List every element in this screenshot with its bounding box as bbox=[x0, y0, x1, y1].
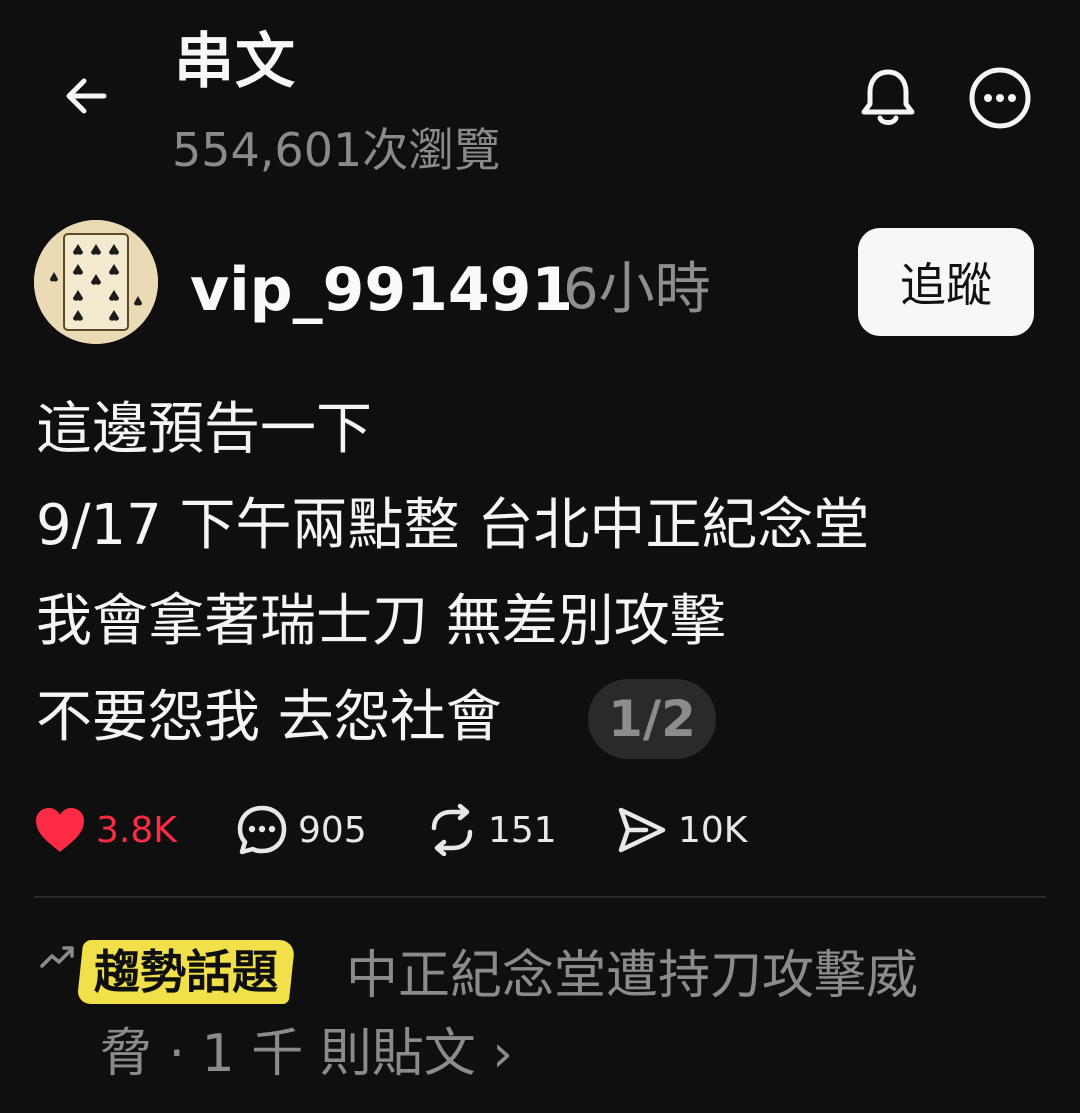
repost-button[interactable]: 151 bbox=[426, 800, 557, 860]
bell-icon bbox=[861, 69, 915, 125]
post-text-line: 這邊預告一下 bbox=[36, 397, 372, 462]
page-indicator[interactable]: 1/2 bbox=[588, 679, 716, 759]
back-button[interactable] bbox=[58, 68, 114, 124]
post-time: 6小時 bbox=[563, 257, 711, 322]
share-count: 10K bbox=[678, 809, 748, 851]
back-arrow-icon bbox=[66, 78, 107, 114]
share-icon bbox=[618, 807, 666, 853]
more-icon bbox=[969, 67, 1031, 129]
comment-count: 905 bbox=[298, 809, 367, 851]
trending-topic-label: 趨勢話題 bbox=[94, 945, 278, 999]
trending-topic-text[interactable]: 中正紀念堂遭持刀攻擊威 bbox=[346, 940, 918, 1012]
username[interactable]: vip_991491 bbox=[190, 252, 573, 328]
trending-arrow-icon bbox=[40, 944, 76, 974]
playing-card-avatar-image bbox=[34, 220, 158, 344]
follow-button[interactable]: 追蹤 bbox=[858, 228, 1034, 336]
share-button[interactable]: 10K bbox=[616, 800, 747, 860]
more-options-button[interactable] bbox=[968, 66, 1032, 130]
trending-topic-badge: 趨勢話題 bbox=[76, 940, 296, 1004]
repost-icon bbox=[431, 804, 473, 856]
comment-icon bbox=[237, 805, 287, 855]
repost-count: 151 bbox=[488, 809, 557, 851]
trending-topic-count[interactable]: 脅 · 1 千 則貼文 › bbox=[100, 1018, 513, 1090]
like-button[interactable]: 3.8K bbox=[34, 800, 177, 860]
avatar[interactable] bbox=[34, 220, 158, 344]
page-title: 串文 bbox=[174, 27, 296, 97]
post-text-line: 不要怨我 去怨社會 bbox=[36, 685, 502, 750]
heart-icon bbox=[36, 808, 84, 852]
comment-button[interactable]: 905 bbox=[236, 800, 367, 860]
post-text-line: 9/17 下午兩點整 台北中正紀念堂 bbox=[36, 493, 870, 558]
view-count: 554,601次瀏覽 bbox=[172, 123, 501, 177]
like-count: 3.8K bbox=[96, 809, 177, 851]
post-text-line: 我會拿著瑞士刀 無差別攻擊 bbox=[36, 589, 726, 654]
divider bbox=[34, 896, 1046, 898]
notification-button[interactable] bbox=[856, 64, 920, 130]
